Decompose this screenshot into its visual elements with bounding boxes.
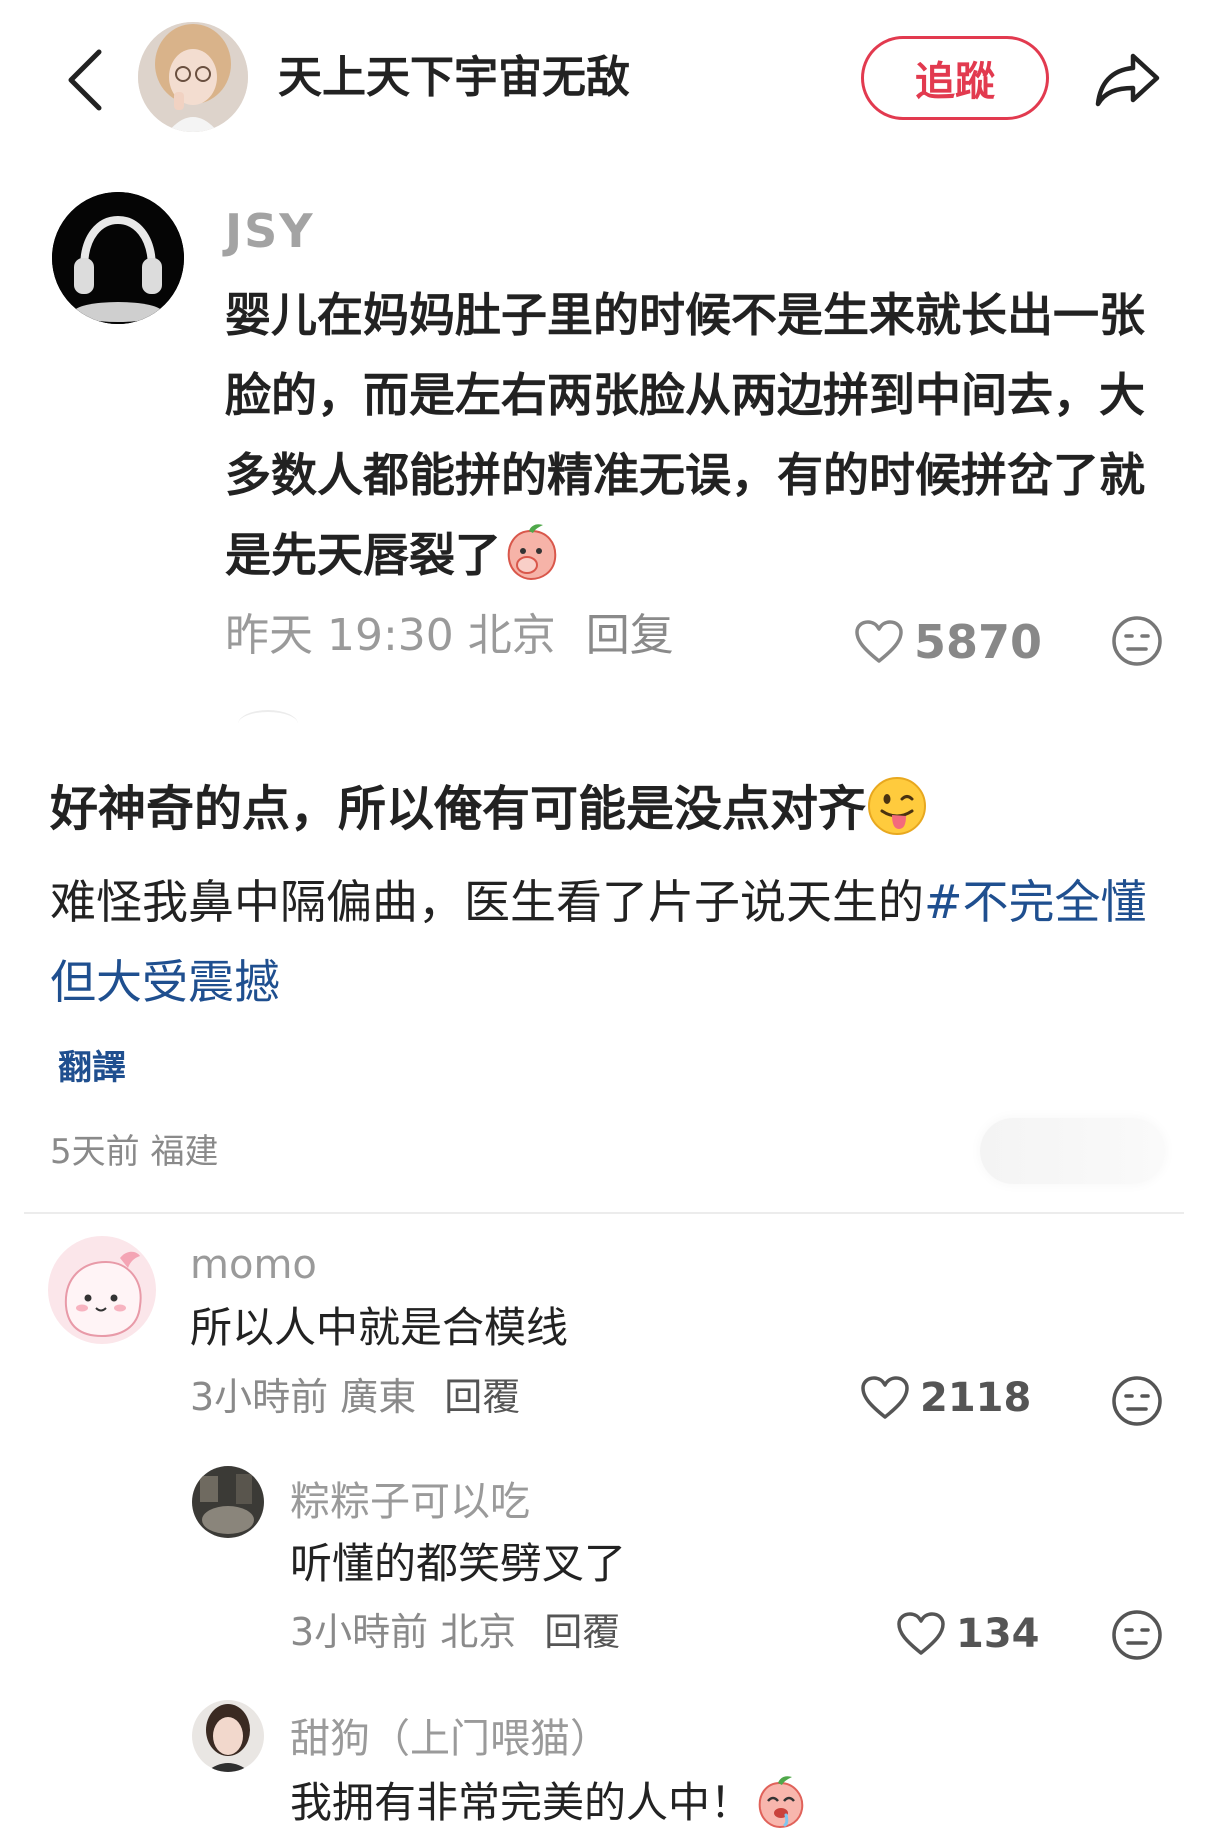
quoted-reply-button[interactable]: 回复 — [586, 610, 674, 661]
reply-dislike-button[interactable] — [1110, 1608, 1164, 1662]
reply-like-count: 134 — [956, 1611, 1040, 1657]
comment-username[interactable]: momo — [190, 1240, 317, 1290]
post-title-text: 好神奇的点，所以俺有可能是没点对齐 — [50, 781, 867, 837]
blurred-action-pill[interactable] — [980, 1118, 1165, 1184]
comment-like-button[interactable]: 2118 — [860, 1370, 1031, 1426]
reply-time: 3小時前 北京 — [290, 1610, 517, 1654]
quoted-user-avatar[interactable] — [52, 192, 184, 324]
share-arrow-icon — [1095, 53, 1160, 107]
author-avatar[interactable] — [138, 22, 248, 132]
comment-dislike-button[interactable] — [1110, 1374, 1164, 1428]
author-name[interactable]: 天上天下宇宙无敌 — [278, 50, 630, 106]
translate-button[interactable]: 翻譯 — [58, 1040, 126, 1089]
share-button[interactable] — [1088, 40, 1168, 120]
heart-icon — [855, 620, 903, 663]
quoted-username[interactable]: JSY — [225, 203, 315, 259]
chevron-left-icon — [68, 49, 102, 111]
reply-avatar[interactable] — [192, 1700, 264, 1772]
meh-face-icon — [1112, 616, 1162, 666]
quoted-dislike-button[interactable] — [1110, 614, 1164, 668]
quoted-like-button[interactable]: 5870 — [854, 612, 1042, 672]
reply-text: 我拥有非常完美的人中！ — [290, 1773, 808, 1831]
reply-text: 听懂的都笑劈叉了 — [290, 1539, 627, 1588]
comment-like-count: 2118 — [920, 1375, 1032, 1421]
comment-avatar[interactable] — [48, 1236, 156, 1344]
reply-username[interactable]: 甜狗（上门喂猫） — [290, 1714, 610, 1764]
heart-icon — [861, 1376, 909, 1419]
headphones-avatar-image — [52, 192, 184, 324]
tongue-out-emoji — [866, 775, 928, 837]
reply-reply-button[interactable]: 回覆 — [544, 1610, 620, 1654]
dark-photo-avatar-image — [192, 1466, 264, 1538]
meh-face-icon — [1112, 1610, 1162, 1660]
quoted-like-count: 5870 — [914, 615, 1043, 669]
post-time-location: 5天前 福建 — [50, 1132, 219, 1172]
comment-reply-button[interactable]: 回覆 — [444, 1375, 520, 1419]
comment-text: 所以人中就是合模线 — [190, 1303, 569, 1352]
post-body: 难怪我鼻中隔偏曲，医生看了片子说天生的#不完全懂但大受震撼 — [50, 862, 1150, 1022]
peach-drool-emoji — [752, 1773, 808, 1829]
back-button[interactable] — [50, 45, 120, 115]
pink-bunny-avatar-image — [48, 1236, 156, 1344]
author-photo — [138, 22, 248, 132]
reply-avatar[interactable] — [192, 1466, 264, 1538]
comment-meta: 3小時前 廣東 回覆 — [190, 1372, 520, 1422]
post-title: 好神奇的点，所以俺有可能是没点对齐 — [50, 775, 1170, 841]
heart-icon — [897, 1612, 945, 1655]
reply-like-button[interactable]: 134 — [896, 1606, 1040, 1662]
reply-username[interactable]: 粽粽子可以吃 — [290, 1477, 530, 1527]
section-divider — [24, 1212, 1184, 1214]
quoted-comment-meta: 昨天 19:30 北京 回复 — [225, 607, 674, 665]
meh-face-icon — [1112, 1376, 1162, 1426]
post-body-text: 难怪我鼻中隔偏曲，医生看了片子说天生的 — [50, 875, 924, 929]
woman-photo-avatar-image — [192, 1700, 264, 1772]
reply-text-body: 我拥有非常完美的人中！ — [290, 1778, 753, 1827]
peach-cover-mouth-emoji — [501, 521, 561, 581]
comment-time: 3小時前 廣東 — [190, 1375, 417, 1419]
reply-meta: 3小時前 北京 回覆 — [290, 1607, 620, 1657]
quoted-comment-time: 昨天 19:30 北京 — [225, 610, 556, 661]
quoted-comment-body: 婴儿在妈妈肚子里的时候不是生来就长出一张脸的，而是左右两张脸从两边拼到中间去，大… — [225, 288, 1145, 582]
faint-divider-arc — [238, 710, 298, 738]
quoted-comment-text: 婴儿在妈妈肚子里的时候不是生来就长出一张脸的，而是左右两张脸从两边拼到中间去，大… — [225, 275, 1145, 595]
follow-button[interactable]: 追蹤 — [861, 36, 1049, 120]
